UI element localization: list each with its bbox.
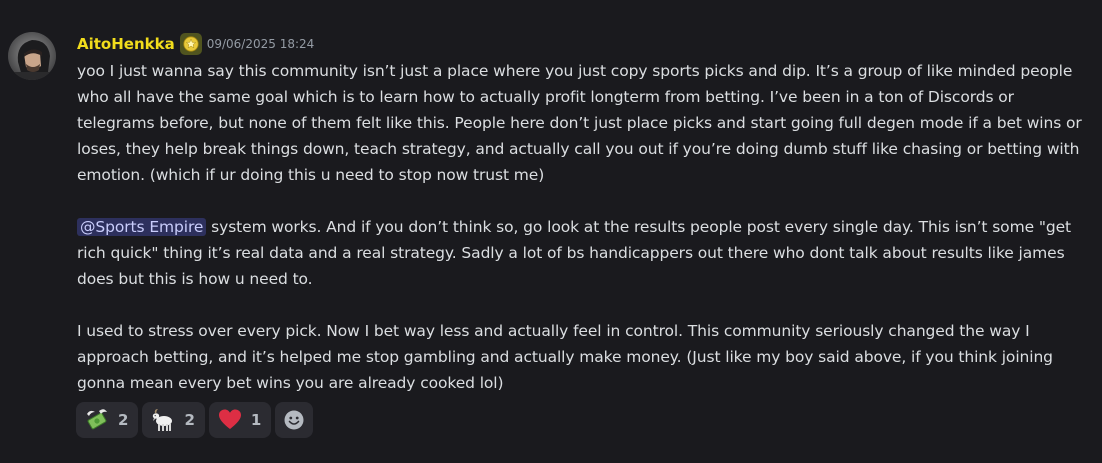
- reaction-goat[interactable]: 2: [142, 402, 205, 438]
- star-badge-icon[interactable]: [179, 33, 202, 55]
- user-mention[interactable]: @Sports Empire: [77, 218, 207, 236]
- message-paragraph-2-text: system works. And if you don’t think so,…: [77, 218, 1072, 288]
- smiley-face-icon: [281, 407, 307, 433]
- username[interactable]: AitoHenkka: [77, 32, 175, 56]
- message-content: AitoHenkka 09/06/2025 18:24 yoo I just w…: [77, 32, 1087, 396]
- reaction-count: 1: [250, 411, 262, 429]
- message-body: yoo I just wanna say this community isn’…: [77, 58, 1087, 396]
- chat-message: AitoHenkka 09/06/2025 18:24 yoo I just w…: [0, 0, 1102, 463]
- reaction-count: 2: [118, 411, 129, 429]
- message-paragraph-3: I used to stress over every pick. Now I …: [77, 322, 1053, 392]
- message-paragraph-1: yoo I just wanna say this community isn’…: [77, 62, 1082, 184]
- reaction-red-heart[interactable]: 1: [208, 402, 272, 438]
- reaction-count: 2: [184, 411, 195, 429]
- message-paragraph-2: @Sports Empire system works. And if you …: [77, 214, 1087, 292]
- add-reaction-button[interactable]: [275, 402, 314, 438]
- reactions-bar: 2 2 1: [76, 402, 314, 438]
- avatar-image: [8, 32, 56, 80]
- money-with-wings-icon: [84, 407, 110, 433]
- goat-icon: [150, 407, 176, 433]
- red-heart-icon: [217, 407, 243, 433]
- timestamp[interactable]: 09/06/2025 18:24: [207, 32, 315, 56]
- message-header: AitoHenkka 09/06/2025 18:24: [77, 32, 1087, 56]
- reaction-money-with-wings[interactable]: 2: [76, 402, 139, 438]
- avatar[interactable]: [8, 32, 56, 80]
